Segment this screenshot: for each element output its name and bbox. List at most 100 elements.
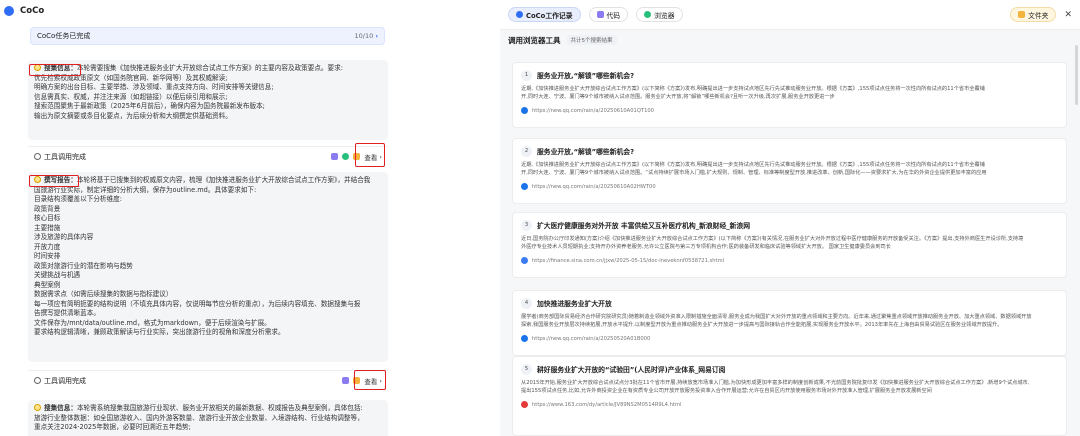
result-title[interactable]: 扩大医疗健康服务对外开放 丰富供给又互补医疗机构_新浪财经_新浪网 (537, 220, 750, 230)
site-favicon-icon (521, 183, 528, 190)
step-line: 国旅游行业实际，制定详细的分析大纲，保存为outline.md。具体要求如下: (34, 185, 257, 194)
work-record-pill[interactable]: CoCo工作记录 (508, 7, 581, 22)
result-header: 3 扩大医疗健康服务对外开放 丰富供给又互补医疗机构_新浪财经_新浪网 (521, 219, 1058, 231)
site-favicon-icon (521, 335, 528, 342)
result-header: 5 耕好服务业扩大开放的“试验田”(人民时评)产业体系_网易订阅 (521, 363, 1058, 375)
tab-code[interactable]: 代码 (588, 7, 629, 22)
result-url[interactable]: https://finance.sina.com.cn/jjxw/2025-05… (532, 258, 724, 264)
result-header: 4 加快推进服务业扩大开放 (521, 297, 1058, 309)
snippet-line: 从2015年开始,服务业扩大开放综合试点试点分3批在11个省市开展,持续放宽市场… (521, 380, 1030, 386)
search-icon (34, 153, 41, 160)
snippet-line: 近期,《加快推进服务业扩大开放综合试点工作方案》(以下简称《方案》)发布,明确提… (521, 86, 985, 92)
step-line: 关键挑战与机遇 (34, 271, 81, 279)
highlight-box (29, 64, 81, 76)
result-snippet: 近期,《加快推进服务业扩大开放综合试点工作方案》(以下简称《方案》)发布,明确提… (521, 161, 1058, 177)
snippet-line: 外医疗专业技术人员短期执业;支持开办外资养老服务,允许公立医院与第三方专项机构合… (521, 244, 891, 250)
tool-call-label: 工具调用完成 (44, 152, 86, 161)
tab-browser[interactable]: 浏览器 (636, 7, 683, 22)
coco-logo-icon (516, 11, 523, 18)
result-title[interactable]: 耕好服务业扩大开放的“试验田”(人民时评)产业体系_网易订阅 (537, 364, 725, 374)
result-source[interactable]: https://www.163.com/dy/article/JV89NS2M0… (521, 401, 1058, 408)
result-header: 2 服务业开放,“解锁”哪些新机会? (521, 145, 1058, 157)
result-snippet: 近期,《加快推进服务业扩大开放综合试点工作方案》(以下简称《方案》)发布,明确提… (521, 85, 1058, 101)
task-complete-banner[interactable]: CoCo任务已完成 10/10 › (30, 27, 385, 45)
result-source[interactable]: https://new.qq.com/rain/a/20250610A01QT1… (521, 107, 1058, 114)
app-name: CoCo (20, 6, 45, 16)
close-icon[interactable]: ✕ (1064, 10, 1072, 20)
task-count: 10/10 (354, 32, 374, 40)
search-result-card[interactable]: 1 服务业开放,“解锁”哪些新机会? 近期,《加快推进服务业扩大开放综合试点工作方案… (512, 62, 1067, 128)
snippet-line: 开,同时大连、宁波、厦门等9个城市被纳入试点范围。“试点持续扩展市场入门槛,扩大… (521, 170, 987, 176)
result-title[interactable]: 服务业开放,“解锁”哪些新机会? (537, 146, 634, 156)
result-header: 1 服务业开放,“解锁”哪些新机会? (521, 69, 1058, 81)
browser-icon (644, 11, 652, 18)
step-line: 文件保存为/mnt/data/outline.md，格式为markdown，便于… (34, 318, 271, 327)
step-line: 优先检索权威政策原文（如国务院官网、新华网等）及其权威解读; (34, 73, 228, 82)
scrollbar[interactable] (1075, 45, 1078, 105)
result-url[interactable]: https://www.163.com/dy/article/JV89NS2M0… (532, 402, 681, 408)
step-block-report: 撰写报告：本轮将基于已搜集到的权威原文内容，梳理《加快推进服务业扩大开放综合试点… (28, 172, 388, 362)
result-source[interactable]: https://new.qq.com/rain/a/20250520A01B00… (521, 335, 1058, 342)
section-title: 调用浏览器工具 (508, 35, 561, 45)
step-line: 信息需真实、权威，并注注来源（如超链接）以便后续引用和展示; (34, 92, 228, 101)
result-source[interactable]: https://new.qq.com/rain/a/20250610A02HWT… (521, 183, 1058, 190)
browser-icon (342, 153, 350, 160)
step-line: 每一项应有简明扼要的结构说明（不填充具体内容，仅说明每节应分析的重点），为后续内… (34, 299, 361, 308)
step-line: 搜索范围聚焦于最新政策（2025年6月前后），确保内容为国务院最新发布版本; (34, 102, 265, 110)
tab-browser-label: 浏览器 (654, 11, 675, 20)
result-url[interactable]: https://new.qq.com/rain/a/20250610A02HWT… (532, 184, 656, 190)
code-icon (596, 11, 604, 18)
step-line: 政策背景 (34, 204, 61, 213)
result-number: 2 (521, 145, 532, 157)
step-line: 开放力度 (34, 242, 61, 251)
step-line: 目录结构须覆盖以下分析维度: (34, 195, 122, 203)
result-source[interactable]: https://finance.sina.com.cn/jjxw/2025-05… (521, 257, 1058, 264)
result-snippet: 近日,国务院办公厅印发通知(方案)介绍《加快推进服务业扩大开放综合试点工作方案》… (521, 235, 1058, 251)
search-result-card[interactable]: 5 耕好服务业扩大开放的“试验田”(人民时评)产业体系_网易订阅从2015年开始,… (512, 356, 1067, 436)
step-line: 旅游行业整体数据：如全国旅游收入、国内外游客数量、旅游行业开放企业数量、入境游结… (34, 413, 364, 422)
chevron-right-icon: › (375, 32, 378, 40)
step-line: 要求结构逻辑清晰，兼顾政策解读与行业实际，突出旅游行业的视角和深度分析需求。 (34, 328, 285, 336)
step-line: 政策对旅游行业的潜在影响与趋势 (34, 261, 133, 270)
tool-call-row[interactable]: 工具调用完成 查看 › (28, 370, 388, 390)
app-header: CoCo (0, 0, 400, 22)
section-header: 调用浏览器工具 共计5个搜索结果 (500, 30, 1080, 50)
folder-button[interactable]: 文件夹 (1010, 7, 1057, 22)
step-line: 本轮将基于已搜集到的权威原文内容，梳理《加快推进服务业扩大开放综合试点工作方案》… (76, 176, 371, 184)
tab-code-label: 代码 (606, 11, 621, 20)
step-line: 核心目标 (34, 214, 61, 222)
result-title[interactable]: 加快推进服务业扩大开放 (537, 298, 612, 308)
step-line: 本轮需系统搜集我国旅游行业现状、服务业开放相关的最新数据、权威报告及典型案例，具… (76, 404, 363, 412)
highlight-box (355, 143, 385, 167)
step-line: 涉及旅游的具体内容 (34, 233, 94, 241)
result-snippet: 从2015年开始,服务业扩大开放综合试点试点分3批在11个省市开展,持续放宽市场… (521, 379, 1058, 395)
search-result-card[interactable]: 3 扩大医疗健康服务对外开放 丰富供给又互补医疗机构_新浪财经_新浪网近日,国务院… (512, 212, 1067, 278)
snippet-line: 开,同时大连、宁波、厦门等9个城市被纳入试点范围。服务业扩大开放,将“解锁”哪些… (521, 94, 835, 100)
work-record-header: CoCo工作记录 代码 浏览器 文件夹 ✕ (500, 0, 1080, 30)
step-line: 本轮需要搜集《加快推进服务业扩大开放综合试点工作方案》的主要内容及政策要点。要求… (76, 64, 343, 72)
result-url[interactable]: https://new.qq.com/rain/a/20250520A01B00… (532, 336, 650, 342)
result-title[interactable]: 服务业开放,“解锁”哪些新机会? (537, 70, 634, 80)
search-icon (34, 377, 41, 384)
snippet-line: 提出155项试点任务,比如,允许外商投资企业在有资质专业公司开放开放服务投资准入… (521, 388, 932, 394)
step-line: 主要措施 (34, 223, 61, 232)
step-block-search-2: 搜集信息：本轮需系统搜集我国旅游行业现状、服务业开放相关的最新数据、权威报告及典… (28, 400, 388, 436)
step-line: 明确方案的出台目标、主要举措、涉及领域、重点支持方向、时间安排等关键信息; (34, 83, 274, 91)
search-result-card[interactable]: 2 服务业开放,“解锁”哪些新机会? 近期,《加快推进服务业扩大开放综合试点工作方案… (512, 138, 1067, 204)
step-line: 重点关注2024-2025年数据，必要时回溯近五年趋势; (34, 423, 191, 431)
highlight-box (354, 370, 386, 390)
tool-call-row[interactable]: 工具调用完成 查看 › (28, 146, 388, 166)
result-snippet: 展学者(商务部国际贸易经济合作研究院研究员)随着制造业领域外资准入限制措施全面清… (521, 313, 1058, 329)
work-record-panel: CoCo工作记录 代码 浏览器 文件夹 ✕ 调用浏览器工具 共计5个搜索结果 1… (500, 0, 1080, 436)
step-line: 告撰写提供清晰蓝本。 (34, 309, 100, 317)
site-favicon-icon (521, 257, 528, 264)
search-result-card[interactable]: 4 加快推进服务业扩大开放展学者(商务部国际贸易经济合作研究院研究员)随着制造业领… (512, 290, 1067, 356)
code-icon (331, 153, 339, 160)
work-record-label: CoCo工作记录 (526, 11, 573, 20)
site-favicon-icon (521, 401, 528, 408)
folder-label: 文件夹 (1028, 11, 1049, 20)
snippet-line: 近日,国务院办公厅印发通知(方案)介绍《加快推进服务业扩大开放综合试点工作方案》… (521, 236, 1024, 242)
result-url[interactable]: https://new.qq.com/rain/a/20250610A01QT1… (532, 108, 654, 114)
step-line: 输出为原文摘要或条目化要点，为后续分析和大纲撰定供基础资料。 (34, 111, 232, 120)
highlight-box (29, 175, 79, 187)
